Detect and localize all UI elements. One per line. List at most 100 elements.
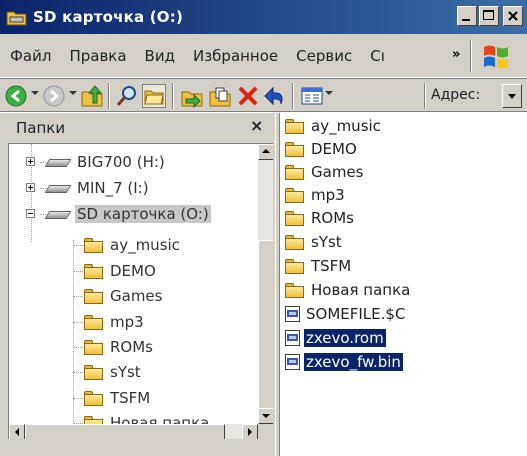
- tree-item-label: DEMO: [110, 262, 156, 280]
- list-item[interactable]: zxevo.rom: [284, 327, 386, 349]
- minimize-button[interactable]: [457, 6, 477, 26]
- tree-item-label: ay_music: [110, 236, 180, 254]
- menu-favorites[interactable]: Избранное: [184, 47, 287, 65]
- tree-line: [73, 240, 74, 430]
- tree-item-tsfm[interactable]: TSFM: [83, 387, 152, 409]
- undo-button[interactable]: [263, 84, 287, 108]
- file-icon: [284, 305, 302, 323]
- tree-item-min7[interactable]: MIN_7 (I:): [44, 177, 151, 199]
- windows-logo-icon: [481, 42, 511, 70]
- scroll-left-button[interactable]: [9, 424, 25, 439]
- scroll-down-button[interactable]: [258, 408, 273, 424]
- tree-item-roms[interactable]: ROMs: [83, 336, 155, 358]
- tree-item-label: sYst: [110, 363, 141, 381]
- scroll-right-button[interactable]: [242, 424, 258, 439]
- list-item[interactable]: DEMO: [284, 138, 359, 160]
- maximize-button[interactable]: [479, 6, 499, 26]
- list-item[interactable]: SOMEFILE.$C: [284, 303, 407, 325]
- folder-icon: [83, 339, 105, 355]
- tree-item-mp3[interactable]: mp3: [83, 311, 146, 333]
- toolbar-divider: [108, 83, 110, 109]
- forward-dropdown-icon[interactable]: [69, 91, 77, 95]
- folder-icon: [83, 314, 105, 330]
- menu-bar: Файл Правка Вид Избранное Сервис Сı »: [0, 34, 527, 78]
- folder-icon: [284, 118, 306, 134]
- tree-item-games[interactable]: Games: [83, 285, 164, 307]
- tree-item-label: SD карточка (O:): [75, 205, 211, 223]
- folder-icon: [83, 237, 105, 253]
- title-bar[interactable]: SD карточка (O:): [0, 0, 527, 34]
- folders-close-button[interactable]: ×: [250, 116, 263, 135]
- tree-item-demo[interactable]: DEMO: [83, 260, 158, 282]
- tree-item-sd-card[interactable]: SD карточка (O:): [44, 203, 211, 225]
- menu-view[interactable]: Вид: [136, 47, 184, 65]
- back-button[interactable]: [4, 84, 28, 108]
- folders-pane: Папки × BIG700 (H:) MIN_7 (I:) SD карточ…: [0, 113, 275, 456]
- folder-icon: [284, 164, 306, 180]
- tree-item-label: mp3: [110, 313, 144, 331]
- menu-file[interactable]: Файл: [0, 47, 60, 65]
- scrollbar-corner: [258, 424, 273, 439]
- tree-vertical-scrollbar[interactable]: [258, 144, 273, 424]
- copy-to-icon: [209, 87, 231, 107]
- menu-tools[interactable]: Сервис: [287, 47, 361, 65]
- list-item[interactable]: Games: [284, 161, 365, 183]
- menu-help-truncated[interactable]: Сı: [361, 47, 394, 65]
- forward-arrow-icon: [43, 85, 65, 107]
- menu-edit[interactable]: Правка: [60, 47, 135, 65]
- tree-item-syst[interactable]: sYst: [83, 361, 143, 383]
- menu-overflow-chevron[interactable]: »: [452, 47, 460, 62]
- expand-toggle-min7[interactable]: [26, 183, 35, 192]
- folder-icon: [83, 390, 105, 406]
- maximize-icon: [483, 10, 494, 20]
- toolbar-divider: [172, 83, 174, 109]
- move-to-icon: [181, 91, 203, 109]
- folder-icon: [83, 288, 105, 304]
- toolbar-divider: [424, 83, 426, 109]
- tree-item-label: MIN_7 (I:): [77, 179, 149, 197]
- scroll-thumb[interactable]: [25, 424, 225, 439]
- list-item[interactable]: sYst: [284, 231, 344, 253]
- list-item-label: Новая папка: [311, 281, 411, 299]
- folders-icon: [144, 90, 164, 105]
- address-label: Адрес:: [431, 87, 481, 103]
- close-icon: [508, 11, 518, 21]
- folders-pane-title: Папки: [16, 119, 66, 137]
- list-item-label: ROMs: [311, 209, 354, 227]
- folder-icon: [284, 282, 306, 298]
- tree-item-ay-music[interactable]: ay_music: [83, 234, 182, 256]
- expand-toggle-big700[interactable]: [26, 157, 35, 166]
- list-item[interactable]: zxevo_fw.bin: [284, 351, 403, 373]
- back-dropdown-icon[interactable]: [31, 91, 39, 95]
- list-item[interactable]: TSFM: [284, 255, 353, 277]
- list-item[interactable]: ay_music: [284, 115, 383, 137]
- drive-icon: [44, 181, 72, 195]
- delete-button[interactable]: [236, 84, 260, 108]
- collapse-toggle-sd-card[interactable]: [26, 209, 35, 218]
- folder-icon: [83, 263, 105, 279]
- forward-button[interactable]: [42, 84, 66, 108]
- drive-folder-icon: [6, 8, 28, 26]
- views-dropdown-icon[interactable]: [325, 91, 333, 95]
- scroll-thumb[interactable]: [258, 240, 273, 410]
- list-item[interactable]: ROMs: [284, 207, 356, 229]
- folders-pane-header: Папки ×: [0, 113, 275, 143]
- views-button[interactable]: [300, 84, 324, 108]
- move-to-button[interactable]: [180, 84, 204, 109]
- folder-tree[interactable]: BIG700 (H:) MIN_7 (I:) SD карточка (O:) …: [8, 143, 273, 439]
- scroll-up-button[interactable]: [258, 144, 273, 160]
- address-dropdown-button[interactable]: [502, 84, 522, 108]
- tree-item-label: Games: [110, 287, 163, 305]
- copy-to-button[interactable]: [208, 84, 232, 108]
- up-folder-button[interactable]: [80, 84, 104, 108]
- list-item[interactable]: Новая папка: [284, 279, 412, 301]
- file-list[interactable]: ay_music DEMO Games mp3 ROMs sYst TSFM Н…: [280, 113, 527, 456]
- folders-toggle-button[interactable]: [142, 84, 166, 108]
- search-button[interactable]: [115, 84, 139, 108]
- tree-item-big700[interactable]: BIG700 (H:): [44, 151, 167, 173]
- delete-icon: [238, 86, 258, 106]
- list-item[interactable]: mp3: [284, 184, 347, 206]
- close-button[interactable]: [503, 6, 523, 26]
- tree-horizontal-scrollbar[interactable]: [9, 424, 258, 439]
- folder-icon: [284, 141, 306, 157]
